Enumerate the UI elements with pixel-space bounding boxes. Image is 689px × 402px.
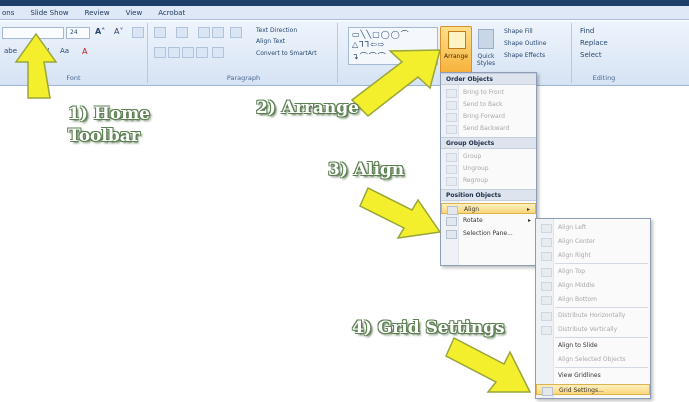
step3-label: 3) Align	[328, 160, 405, 180]
arrow-home	[14, 32, 58, 99]
annotation-arrows	[14, 32, 532, 393]
step4-label: 4) Grid Settings	[352, 318, 505, 338]
step2-label: 2) Arrange	[256, 98, 359, 118]
arrow-grid-settings	[445, 336, 532, 393]
step1-label-line2: Toolbar	[68, 126, 140, 146]
step1-label: 1) Home	[68, 104, 150, 124]
arrow-align	[359, 186, 442, 239]
arrow-arrange	[350, 49, 441, 117]
